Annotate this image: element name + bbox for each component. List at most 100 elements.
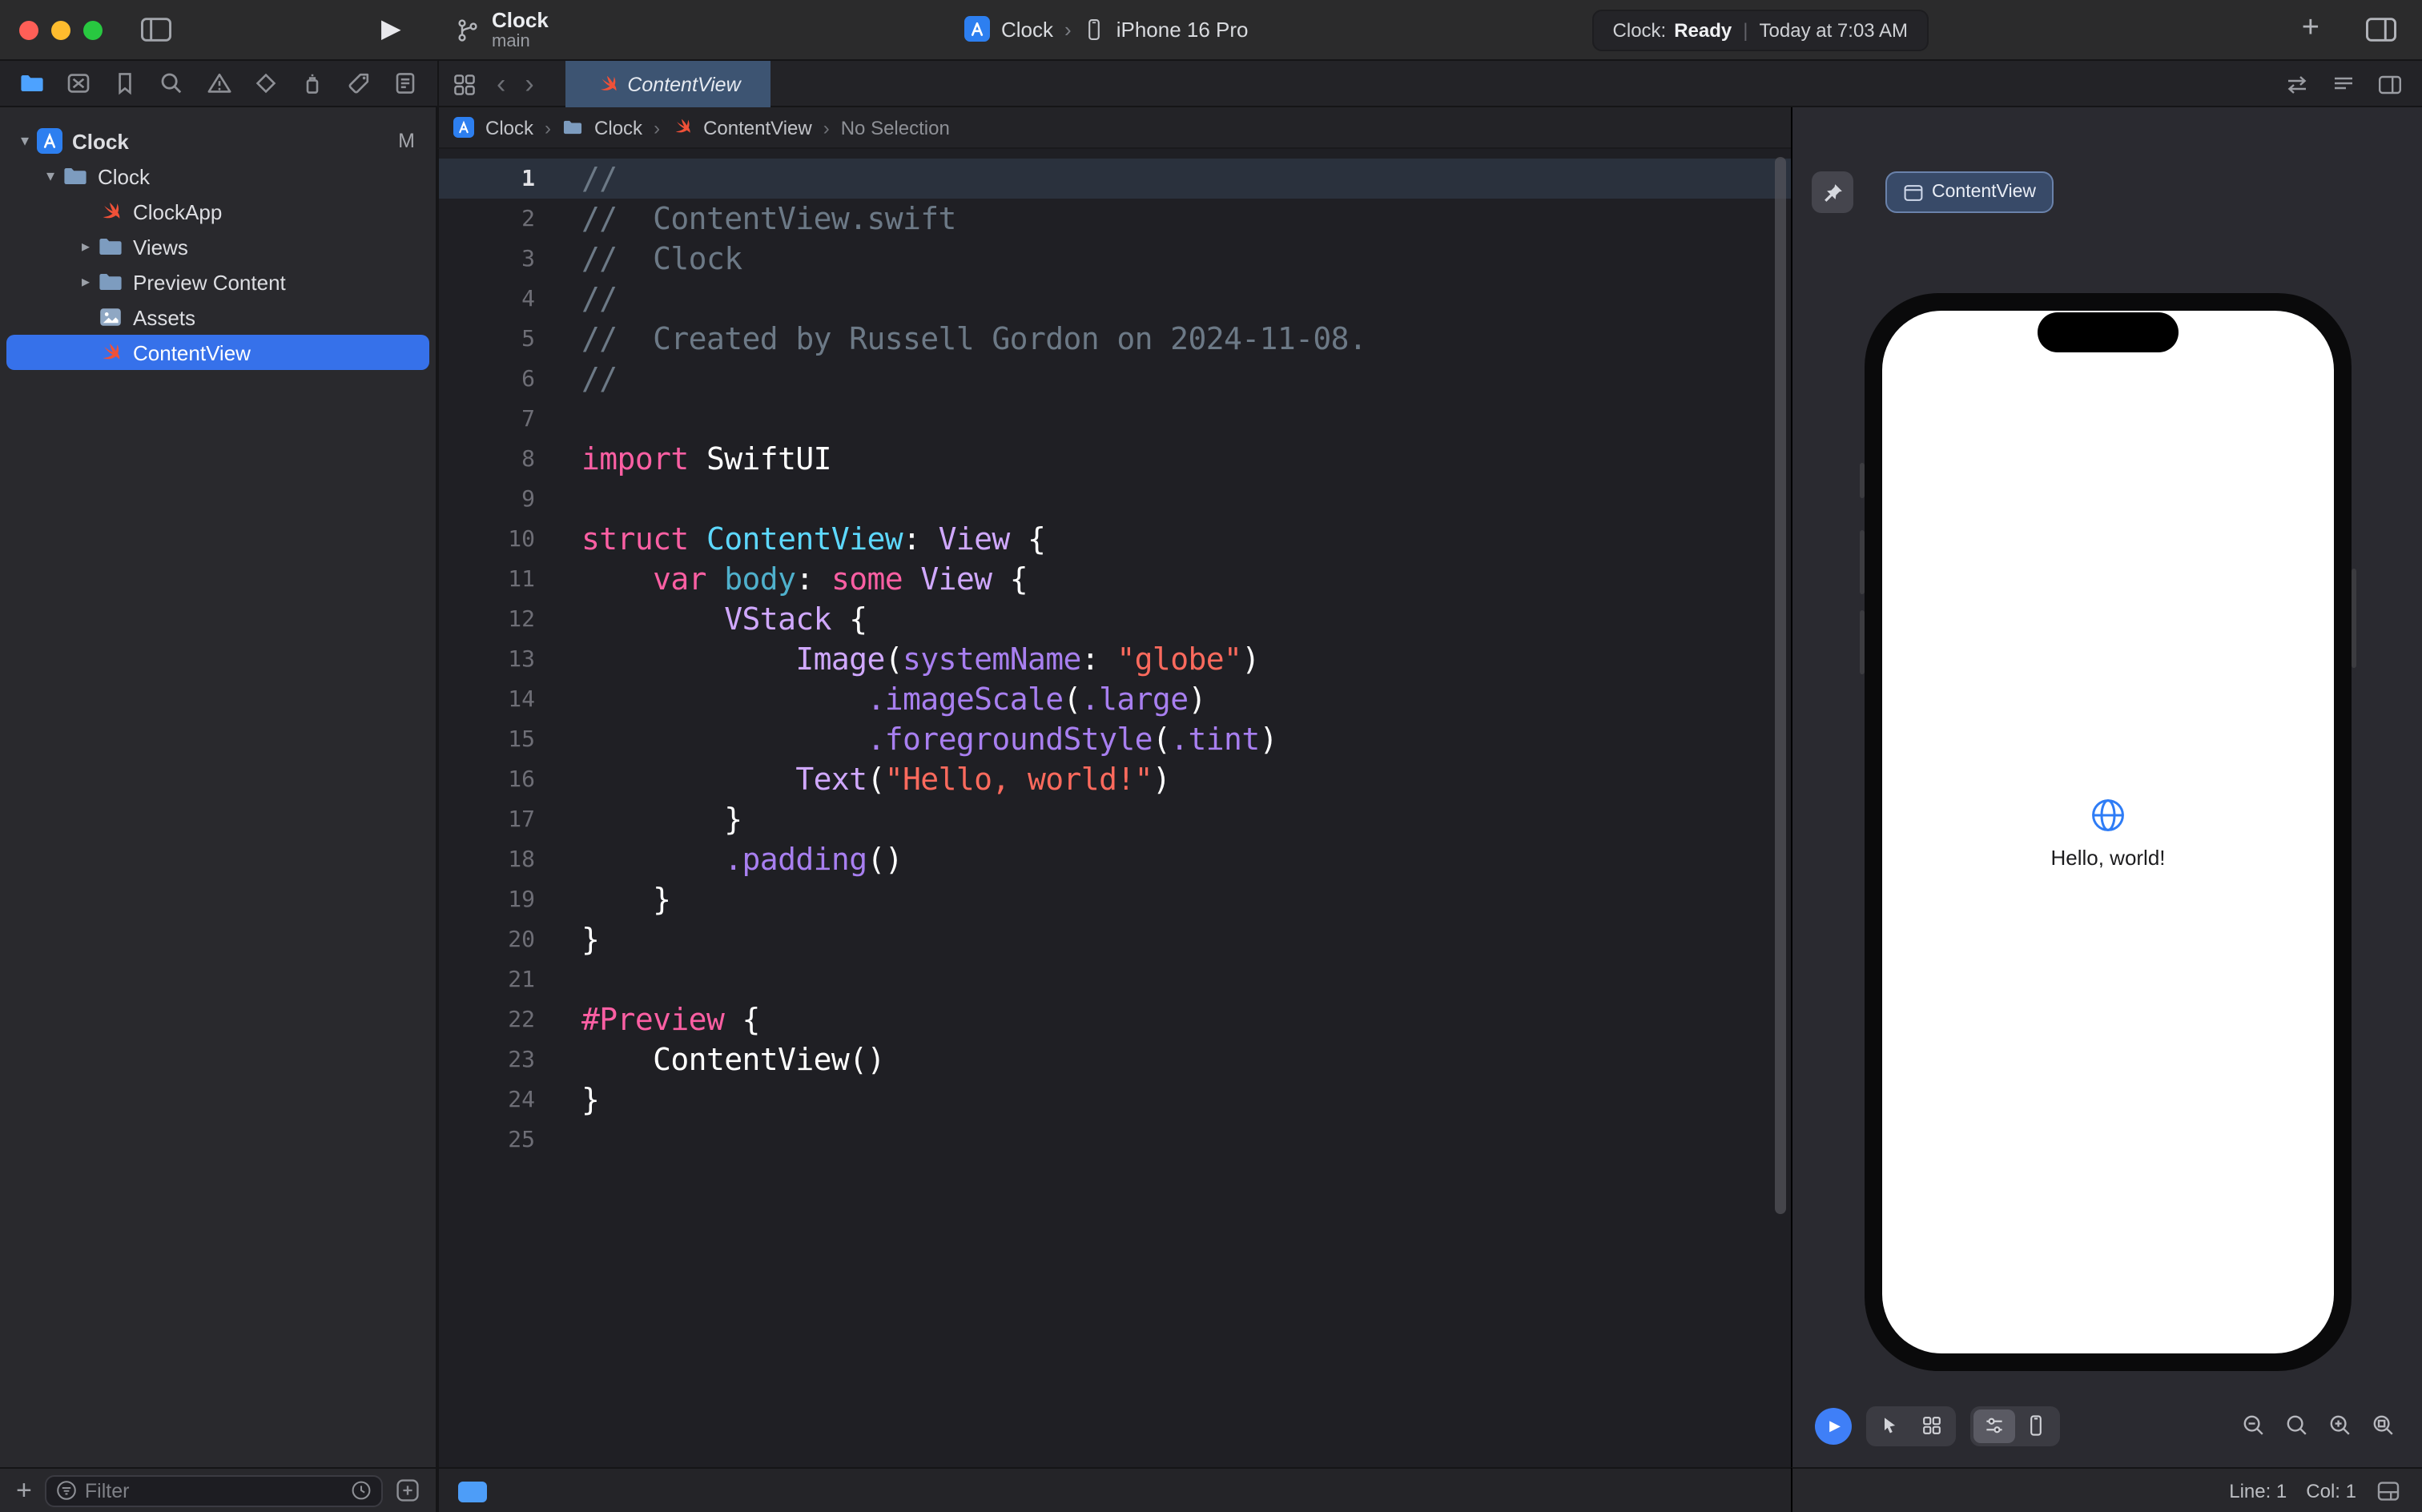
close-window-button[interactable]: [19, 21, 38, 40]
code-line[interactable]: 24}: [439, 1080, 1791, 1120]
scheme-target-label[interactable]: Clock: [1001, 17, 1053, 41]
code-line[interactable]: 17 }: [439, 799, 1791, 839]
add-file-button[interactable]: +: [16, 1474, 32, 1506]
scheme-selector[interactable]: Clock › iPhone 16 Pro: [964, 16, 1249, 42]
disclosure-down-icon[interactable]: ▾: [13, 132, 37, 150]
line-number[interactable]: 6: [439, 366, 535, 392]
line-number[interactable]: 22: [439, 1007, 535, 1032]
breadcrumb-group[interactable]: Clock: [594, 116, 642, 139]
editor-layout-icon[interactable]: [2376, 1478, 2401, 1503]
activity-status[interactable]: Clock: Ready | Today at 7:03 AM: [1592, 10, 1929, 51]
pin-preview-button[interactable]: [1812, 171, 1853, 213]
line-number[interactable]: 21: [439, 967, 535, 992]
line-number[interactable]: 4: [439, 286, 535, 312]
preview-device-button[interactable]: [2015, 1409, 2057, 1442]
line-number[interactable]: 13: [439, 646, 535, 672]
code-line[interactable]: 16 Text("Hello, world!"): [439, 759, 1791, 799]
code-line[interactable]: 20}: [439, 919, 1791, 959]
line-number[interactable]: 2: [439, 206, 535, 231]
filter-field[interactable]: [45, 1474, 383, 1506]
selectable-mode-button[interactable]: [1869, 1409, 1911, 1442]
sidebar-item-contentview[interactable]: ContentView: [6, 335, 429, 370]
filter-input[interactable]: [85, 1479, 343, 1502]
code-line[interactable]: 10struct ContentView: View {: [439, 519, 1791, 559]
line-number[interactable]: 17: [439, 806, 535, 832]
line-number[interactable]: 11: [439, 566, 535, 592]
code-line[interactable]: 12 VStack {: [439, 599, 1791, 639]
code-line[interactable]: 4//: [439, 279, 1791, 319]
recent-files-clock-icon[interactable]: [351, 1480, 372, 1501]
code-line[interactable]: 18 .padding(): [439, 839, 1791, 879]
zoom-actual-size-button[interactable]: [2284, 1413, 2310, 1438]
sidebar-item-assets[interactable]: Assets: [6, 300, 429, 335]
zoom-window-button[interactable]: [83, 21, 103, 40]
line-number[interactable]: 19: [439, 887, 535, 912]
sidebar-item-clock[interactable]: ▾Clock: [6, 159, 429, 194]
code-line[interactable]: 7: [439, 399, 1791, 439]
active-editor-indicator-icon[interactable]: [458, 1482, 487, 1502]
reports-navigator-icon[interactable]: [392, 70, 418, 96]
line-number[interactable]: 20: [439, 927, 535, 952]
line-number[interactable]: 23: [439, 1047, 535, 1072]
swap-editors-icon[interactable]: [2284, 71, 2310, 97]
line-number[interactable]: 24: [439, 1087, 535, 1112]
sidebar-item-clock[interactable]: ▾ClockM: [6, 123, 429, 159]
code-line[interactable]: 13 Image(systemName: "globe"): [439, 639, 1791, 679]
line-number[interactable]: 10: [439, 526, 535, 552]
line-number[interactable]: 25: [439, 1127, 535, 1152]
run-button[interactable]: ▶: [381, 13, 401, 48]
line-number[interactable]: 14: [439, 686, 535, 712]
breadcrumb-file[interactable]: ContentView: [703, 116, 812, 139]
code-line[interactable]: 21: [439, 959, 1791, 999]
code-line[interactable]: 15 .foregroundStyle(.tint): [439, 719, 1791, 759]
variants-mode-button[interactable]: [1911, 1409, 1953, 1442]
tab-contentview[interactable]: ContentView: [565, 61, 770, 107]
code-line[interactable]: 22#Preview {: [439, 999, 1791, 1040]
line-number[interactable]: 7: [439, 406, 535, 432]
filter-scope-icon[interactable]: [396, 1478, 420, 1502]
code-line[interactable]: 14 .imageScale(.large): [439, 679, 1791, 719]
code-line[interactable]: 25: [439, 1120, 1791, 1160]
line-number[interactable]: 18: [439, 846, 535, 872]
line-number[interactable]: 8: [439, 446, 535, 472]
minimize-window-button[interactable]: [51, 21, 70, 40]
debug-navigator-icon[interactable]: [300, 70, 325, 96]
scheme-device-label[interactable]: iPhone 16 Pro: [1116, 17, 1249, 41]
breadcrumb-selection[interactable]: No Selection: [841, 116, 950, 139]
code-line[interactable]: 6//: [439, 359, 1791, 399]
code-line[interactable]: 23 ContentView(): [439, 1040, 1791, 1080]
breadcrumb-project[interactable]: Clock: [485, 116, 533, 139]
iphone-screen[interactable]: Hello, world!: [1882, 311, 2334, 1353]
code-line[interactable]: 8import SwiftUI: [439, 439, 1791, 479]
breakpoints-navigator-icon[interactable]: [346, 70, 372, 96]
line-number[interactable]: 3: [439, 246, 535, 271]
code-line[interactable]: 11 var body: some View {: [439, 559, 1791, 599]
source-control-navigator-icon[interactable]: [66, 70, 91, 96]
toggle-navigator-icon[interactable]: [141, 18, 171, 42]
line-number[interactable]: 9: [439, 486, 535, 512]
code-line[interactable]: 5// Created by Russell Gordon on 2024-11…: [439, 319, 1791, 359]
line-number[interactable]: 5: [439, 326, 535, 352]
code-line[interactable]: 9: [439, 479, 1791, 519]
live-preview-button[interactable]: ▶: [1815, 1407, 1852, 1444]
adjust-editor-options-icon[interactable]: [2331, 71, 2356, 97]
line-number[interactable]: 1: [439, 166, 535, 191]
bookmarks-navigator-icon[interactable]: [113, 70, 139, 96]
line-number[interactable]: 12: [439, 606, 535, 632]
code-line[interactable]: 19 }: [439, 879, 1791, 919]
zoom-out-button[interactable]: [2241, 1413, 2267, 1438]
disclosure-right-icon[interactable]: ▸: [74, 273, 98, 291]
library-plus-button[interactable]: +: [2302, 11, 2319, 46]
go-back-button[interactable]: ‹: [497, 61, 505, 107]
disclosure-right-icon[interactable]: ▸: [74, 238, 98, 255]
device-settings-button[interactable]: [1973, 1409, 2015, 1442]
editor-scrollbar[interactable]: [1775, 157, 1786, 1214]
project-navigator-icon[interactable]: [19, 70, 45, 96]
issues-navigator-icon[interactable]: [206, 70, 231, 96]
go-forward-button[interactable]: ›: [525, 61, 533, 107]
find-navigator-icon[interactable]: [159, 70, 185, 96]
zoom-fit-button[interactable]: [2371, 1413, 2396, 1438]
add-editor-icon[interactable]: [2377, 71, 2403, 97]
code-line[interactable]: 2// ContentView.swift: [439, 199, 1791, 239]
tests-navigator-icon[interactable]: [252, 70, 278, 96]
